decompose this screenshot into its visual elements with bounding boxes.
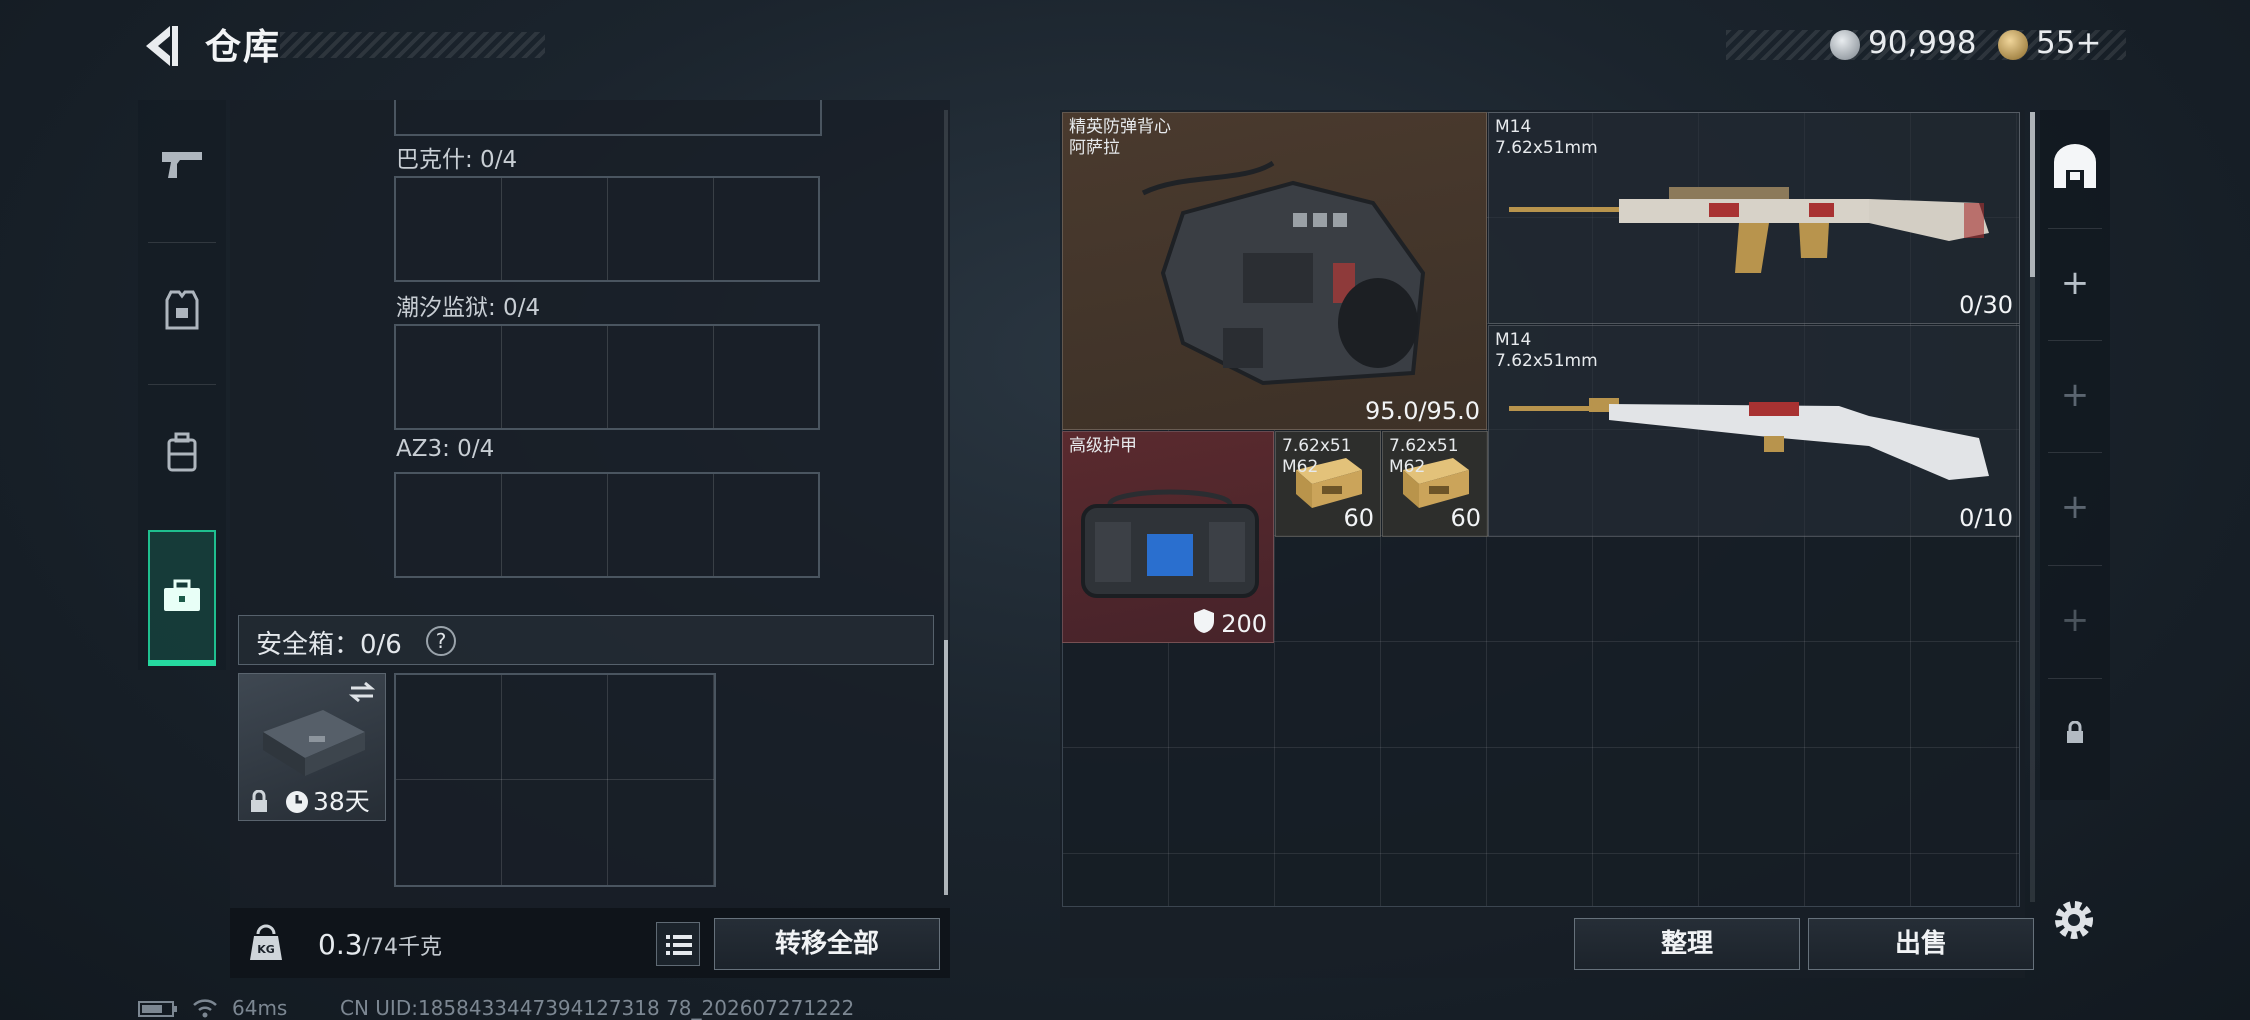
page-title: 仓库: [205, 27, 282, 68]
rifle-m14-tan-image: [1509, 187, 1989, 273]
loadout-scroll-thumb[interactable]: [944, 640, 948, 895]
title-decoration: [280, 32, 545, 58]
section-label: AZ3: 0/4: [396, 436, 495, 462]
weight-current: 0.3: [318, 928, 363, 961]
safe-box-label: 安全箱：0/6: [256, 630, 402, 660]
backpack-icon: [167, 432, 197, 472]
weight-max: /74千克: [362, 935, 442, 960]
locked-stash-page[interactable]: [2040, 678, 2110, 788]
stash-page-main[interactable]: [2040, 112, 2110, 222]
item-name: 7.62x51 M62: [1389, 436, 1459, 477]
stash-item-ammo[interactable]: 7.62x51 M62 60: [1382, 431, 1488, 537]
add-stash-page-button[interactable]: +: [2040, 565, 2110, 675]
stash-item-m14[interactable]: M14 7.62x51mm 0/30: [1488, 112, 2020, 324]
item-stack-count: 60: [1343, 504, 1374, 532]
stash-scroll-thumb[interactable]: [2030, 112, 2035, 277]
active-indicator: [148, 660, 216, 666]
section-label: 潮汐监狱: 0/4: [396, 295, 541, 321]
container-grid[interactable]: [394, 472, 820, 578]
previous-container-grid[interactable]: [394, 100, 822, 136]
nav-safe-box[interactable]: [148, 530, 216, 662]
armor-vest-icon: [165, 290, 199, 330]
item-armor-value: 200: [1221, 610, 1267, 638]
briefcase-icon: [263, 710, 365, 776]
clock-icon: [286, 791, 308, 813]
silver-amount: 90,998: [1868, 25, 1977, 61]
nav-armor[interactable]: [138, 245, 226, 375]
item-ammo-count: 0/10: [1959, 504, 2013, 532]
stash-item-ammo[interactable]: 7.62x51 M62 60: [1275, 431, 1381, 537]
weight-readout: 0.3/74千克: [318, 928, 442, 961]
stash-item-vest[interactable]: 精英防弹背心 阿萨拉 95.0/95.0: [1062, 112, 1487, 430]
list-icon: [666, 935, 692, 955]
warehouse-icon: [2054, 144, 2096, 188]
silver-coin-icon: [1830, 30, 1860, 60]
gear-icon[interactable]: [2050, 896, 2098, 944]
shield-icon: [1194, 609, 1214, 633]
battery-icon: [138, 1001, 177, 1017]
weight-icon: KG: [250, 924, 282, 960]
safe-box-duration: 38天: [313, 787, 370, 816]
section-label: 巴克什: 0/4: [396, 147, 518, 173]
add-stash-page-button[interactable]: +: [2040, 228, 2110, 338]
item-name: M14 7.62x51mm: [1495, 117, 1598, 158]
container-grid[interactable]: [394, 176, 820, 282]
item-name: 高级护甲: [1069, 436, 1137, 456]
nav-weapons[interactable]: [138, 100, 226, 230]
transfer-all-button[interactable]: 转移全部: [714, 918, 940, 970]
ping-readout: 64ms: [232, 996, 288, 1020]
sell-button[interactable]: 出售: [1808, 918, 2034, 970]
category-nav: [138, 100, 226, 670]
wifi-icon: [193, 999, 217, 1018]
item-durability: 95.0/95.0: [1365, 397, 1480, 425]
add-stash-page-button[interactable]: +: [2040, 452, 2110, 562]
pistol-icon: [162, 152, 202, 178]
sort-button[interactable]: 整理: [1574, 918, 1800, 970]
gold-amount[interactable]: 55+: [2036, 25, 2101, 61]
back-arrow-icon[interactable]: [136, 22, 184, 70]
gold-coin-icon: [1998, 30, 2028, 60]
item-name: M14 7.62x51mm: [1495, 330, 1598, 371]
user-uid: CN UID:1858433447394127318 78_2026072712…: [340, 996, 855, 1020]
rifle-m14-white-image: [1509, 398, 1989, 480]
svg-text:KG: KG: [257, 943, 275, 956]
item-name: 7.62x51 M62: [1282, 436, 1352, 477]
safe-box-grid[interactable]: [394, 673, 716, 887]
item-stack-count: 60: [1450, 504, 1481, 532]
nav-backpack[interactable]: [138, 387, 226, 517]
vest-image: [1141, 160, 1426, 386]
list-view-button[interactable]: [656, 922, 700, 966]
container-grid[interactable]: [394, 324, 820, 430]
add-stash-page-button[interactable]: +: [2040, 340, 2110, 450]
swap-icon[interactable]: [347, 680, 377, 704]
lock-icon: [2067, 721, 2083, 743]
help-icon[interactable]: ?: [426, 626, 456, 656]
stash-item-armor[interactable]: 高级护甲 200: [1062, 431, 1274, 643]
toolbox-icon: [164, 579, 200, 611]
item-ammo-count: 0/30: [1959, 291, 2013, 319]
armor-bag-image: [1081, 489, 1259, 598]
safe-box-item[interactable]: 38天: [238, 673, 386, 821]
lock-icon: [251, 790, 267, 812]
stash-item-m14[interactable]: M14 7.62x51mm 0/10: [1488, 325, 2020, 537]
